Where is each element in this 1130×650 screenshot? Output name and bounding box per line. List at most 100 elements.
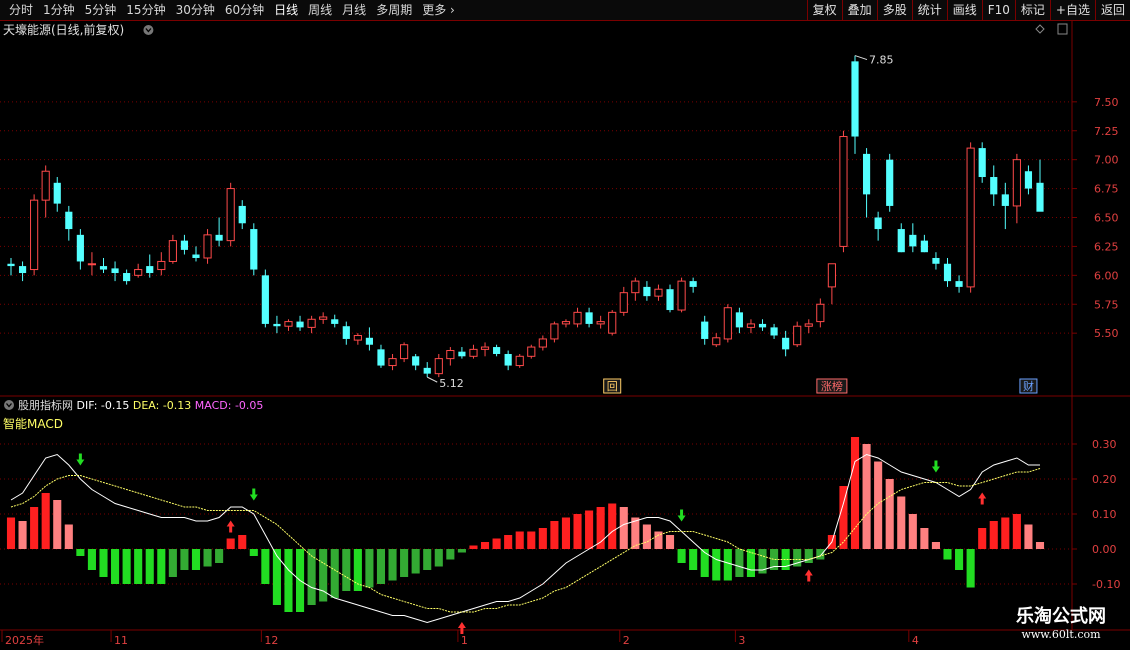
candle-body-58 xyxy=(677,280,686,311)
period-tab-8[interactable]: 月线 xyxy=(337,0,371,20)
macd-bar-83 xyxy=(966,549,975,588)
macd-bar-23 xyxy=(272,549,281,605)
date-label-1: 11 xyxy=(114,634,128,647)
period-tab-4[interactable]: 30分钟 xyxy=(171,0,220,20)
price-tick-label-6: 7.00 xyxy=(1094,154,1119,167)
candle-body-62 xyxy=(723,307,732,340)
macd-bar-5 xyxy=(64,524,73,549)
dea-value-label: DEA: -0.13 xyxy=(133,399,195,412)
candle-body-40 xyxy=(469,348,478,357)
toolbar-button-4[interactable]: 画线 xyxy=(946,0,982,20)
candle-body-15 xyxy=(180,240,189,250)
macd-bar-29 xyxy=(342,549,351,591)
macd-bar-3 xyxy=(41,493,50,549)
macd-bar-70 xyxy=(816,549,825,560)
toolbar-button-6[interactable]: 标记 xyxy=(1014,0,1050,20)
macd-bar-18 xyxy=(215,549,224,563)
candle-body-45 xyxy=(527,346,536,357)
toolbar-button-1[interactable]: 叠加 xyxy=(841,0,877,20)
macd-bar-37 xyxy=(434,549,443,567)
indicator-name: 股朋指标网 xyxy=(18,398,77,412)
candle-body-60 xyxy=(701,321,709,339)
candle-body-87 xyxy=(1012,159,1021,207)
date-label-4: 2 xyxy=(623,634,630,647)
period-tab-5[interactable]: 60分钟 xyxy=(220,0,269,20)
price-tick-label-1: 5.75 xyxy=(1094,298,1119,311)
period-tab-3[interactable]: 15分钟 xyxy=(121,0,170,20)
macd-bar-34 xyxy=(400,549,409,577)
candle-body-50 xyxy=(585,312,593,324)
macd-bar-0 xyxy=(6,517,16,549)
macd-bar-17 xyxy=(203,549,212,567)
macd-bar-50 xyxy=(585,510,594,549)
macd-bar-53 xyxy=(619,507,628,549)
period-tab-6[interactable]: 日线 xyxy=(269,0,303,20)
macd-bar-87 xyxy=(1012,514,1021,549)
toolbar-button-7[interactable]: +自选 xyxy=(1049,0,1095,20)
candle-body-78 xyxy=(909,234,917,247)
diamond-icon xyxy=(1035,24,1045,34)
macd-bar-85 xyxy=(989,521,998,549)
toolbar-button-0[interactable]: 复权 xyxy=(806,0,842,20)
macd-bar-64 xyxy=(746,549,756,577)
macd-bar-27 xyxy=(319,549,328,602)
macd-bar-10 xyxy=(122,549,131,584)
macd-bar-7 xyxy=(87,549,96,570)
candle-body-80 xyxy=(932,257,940,264)
macd-bar-81 xyxy=(943,549,952,560)
golden-cross-arrow-icon-84 xyxy=(978,492,987,505)
macd-bar-8 xyxy=(99,549,108,577)
date-label-3: 1 xyxy=(461,634,468,647)
period-toolbar: 分时 1分钟 5分钟 15分钟 30分钟 60分钟 日线 周线 月线 多周期 更多 › 复权 叠加 多股… xyxy=(0,0,1130,21)
candle-body-86 xyxy=(1001,194,1009,206)
macd-bar-6 xyxy=(76,549,85,556)
macd-bar-72 xyxy=(839,486,848,549)
candle-body-46 xyxy=(538,338,547,348)
candle-body-41 xyxy=(480,346,490,350)
macd-bar-9 xyxy=(111,549,120,584)
stock-chart[interactable]: 5.50 5.75 6.00 6.25 6.50 6.75 7.00 7.25 7.50 -0.1… xyxy=(0,21,1130,650)
period-tab-1[interactable]: 1分钟 xyxy=(38,0,80,20)
toolbar-button-2[interactable]: 多股 xyxy=(876,0,912,20)
macd-bar-20 xyxy=(238,535,247,549)
period-tab-9[interactable]: 多周期 xyxy=(371,0,417,20)
macd-bar-57 xyxy=(665,535,675,549)
price-tick-label-4: 6.50 xyxy=(1094,212,1119,225)
macd-tick-label-0: -0.10 xyxy=(1092,578,1120,591)
candle-body-16 xyxy=(192,254,200,258)
toolbar-button-5[interactable]: F10 xyxy=(981,0,1015,20)
toolbar-button-8[interactable]: 返回 xyxy=(1094,0,1130,20)
candle-body-61 xyxy=(712,337,721,346)
candle-body-76 xyxy=(886,159,894,206)
price-tick-label-5: 6.75 xyxy=(1094,183,1119,196)
death-cross-arrow-icon-6 xyxy=(76,453,85,466)
macd-bar-24 xyxy=(284,549,293,612)
macd-bar-58 xyxy=(677,549,686,563)
candle-body-4 xyxy=(53,182,61,204)
candle-body-49 xyxy=(573,311,582,325)
death-cross-arrow-icon-58 xyxy=(677,509,686,522)
indicator-dropdown-icon xyxy=(4,400,14,410)
price-tick-label-2: 6.00 xyxy=(1094,269,1119,282)
macd-bar-60 xyxy=(700,549,709,577)
macd-bar-1 xyxy=(18,521,27,549)
macd-bar-49 xyxy=(573,514,582,549)
period-tab-2[interactable]: 5分钟 xyxy=(80,0,122,20)
period-tab-7[interactable]: 周线 xyxy=(303,0,337,20)
macd-bar-35 xyxy=(411,549,420,574)
candle-body-56 xyxy=(654,288,663,297)
macd-bar-77 xyxy=(897,496,906,549)
candle-body-22 xyxy=(261,275,269,324)
toolbar-button-3[interactable]: 统计 xyxy=(911,0,947,20)
golden-cross-arrow-icon-19 xyxy=(226,520,235,533)
macd-bar-44 xyxy=(515,531,524,549)
macd-bar-51 xyxy=(596,507,605,549)
macd-bar-41 xyxy=(480,542,490,549)
candle-body-71 xyxy=(827,263,836,288)
period-tab-0[interactable]: 分时 xyxy=(4,0,38,20)
candle-body-83 xyxy=(966,147,975,288)
candle-body-54 xyxy=(631,280,640,294)
candle-body-27 xyxy=(319,316,328,320)
candle-body-42 xyxy=(493,347,501,354)
period-tab-10[interactable]: 更多 › xyxy=(417,0,460,20)
